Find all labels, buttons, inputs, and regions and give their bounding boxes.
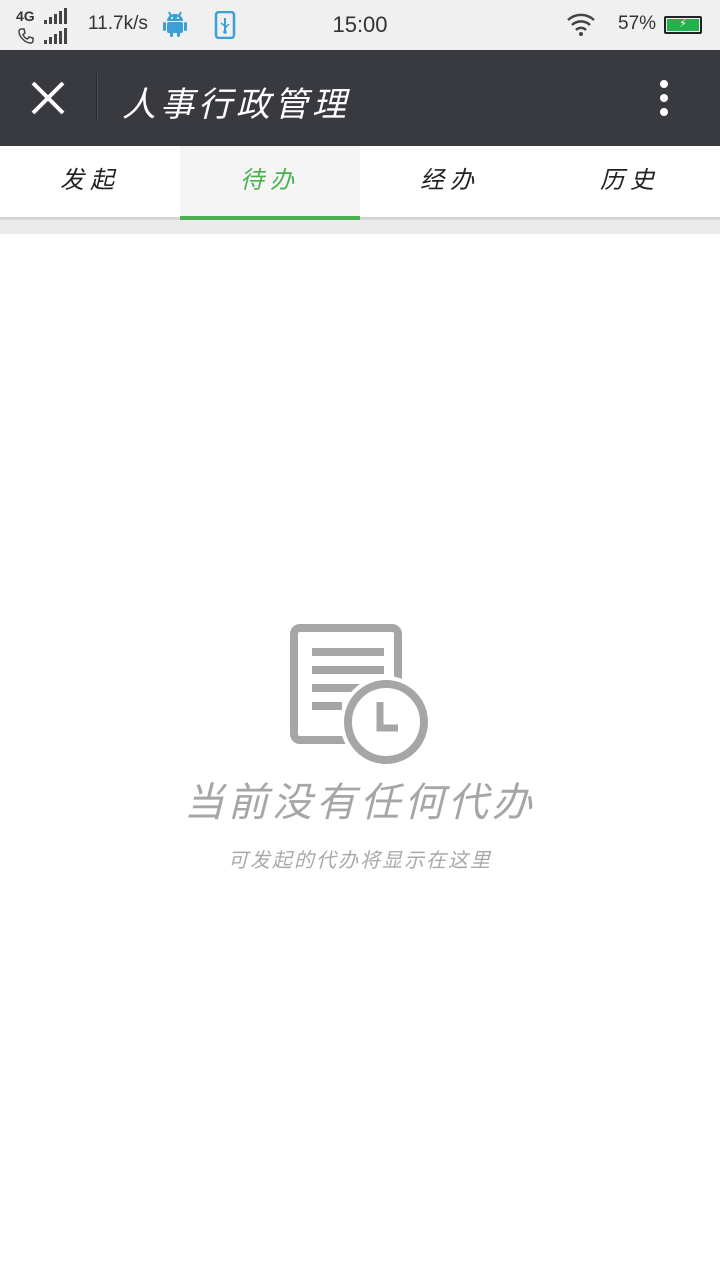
app-bar: 人事行政管理 [0,50,720,146]
empty-state-subtitle: 可发起的代办将显示在这里 [228,848,492,872]
app-bar-divider [96,74,97,122]
status-bar: 4G 11.7k/s 15:00 57% ⚡ [0,0,720,50]
tab-initiate[interactable]: 发起 [0,146,180,217]
page-title: 人事行政管理 [122,85,350,125]
wifi-icon [567,13,595,36]
document-clock-icon [290,624,432,766]
battery-icon: ⚡ [664,16,702,34]
tab-todo[interactable]: 待办 [180,146,360,220]
close-icon [31,81,65,115]
clock: 15:00 [332,12,388,37]
tab-handled[interactable]: 经办 [360,146,540,217]
tab-bar: 发起 待办 经办 历史 [0,146,720,220]
more-options-button[interactable] [642,74,686,122]
charging-icon: ⚡ [679,17,687,30]
battery-percent: 57% [618,13,657,34]
empty-state: 当前没有任何代办 可发起的代办将显示在这里 [0,234,720,1280]
close-button[interactable] [22,72,74,124]
tab-separator [0,220,720,234]
empty-state-title: 当前没有任何代办 [184,780,536,826]
tab-history[interactable]: 历史 [540,146,720,217]
more-vertical-icon [660,80,668,88]
